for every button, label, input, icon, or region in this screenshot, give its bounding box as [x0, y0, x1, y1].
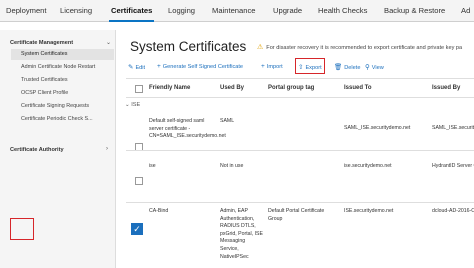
column-issued-by[interactable]: Issued By	[432, 85, 460, 91]
sidebar-section-certificate-management[interactable]: Certificate Management	[10, 40, 73, 46]
tab-maintenance[interactable]: Maintenance	[212, 0, 255, 22]
search-icon: ⚲	[365, 64, 370, 71]
sidebar-item-periodic-check[interactable]: Certificate Periodic Check S...	[11, 114, 114, 125]
chevron-down-icon: ⌄	[125, 102, 130, 108]
sidebar-item-ocsp-client-profile[interactable]: OCSP Client Profile	[11, 88, 114, 99]
disaster-recovery-notice: ⚠ For disaster recovery it is recommended…	[257, 43, 462, 51]
plus-icon: +	[261, 63, 265, 70]
row-divider	[126, 202, 474, 203]
view-label: View	[371, 65, 384, 71]
tab-upgrade[interactable]: Upgrade	[273, 0, 302, 22]
column-used-by[interactable]: Used By	[220, 85, 244, 91]
toolbar-divider	[126, 78, 474, 79]
group-label: ISE	[131, 102, 141, 108]
cell-issued-by: SAML_ISE.securitydem	[432, 125, 474, 131]
group-row-ise[interactable]: ⌄ ISE	[125, 102, 140, 108]
chevron-right-icon[interactable]: ›	[106, 146, 108, 152]
cell-friendly-name: CA-Bind	[149, 208, 169, 214]
column-friendly-name[interactable]: Friendly Name	[149, 85, 190, 91]
cell-issued-to: SAML_ISE.securitydemo.net	[344, 125, 411, 131]
cell-used-by: Admin, EAP Authentication, RADIUS DTLS, …	[220, 208, 263, 260]
select-all-checkbox[interactable]	[135, 85, 143, 93]
row-checkbox[interactable]	[135, 177, 143, 185]
tab-health-checks[interactable]: Health Checks	[318, 0, 367, 22]
notice-text: For disaster recovery it is recommended …	[266, 45, 463, 51]
cell-used-by: Not in use	[220, 163, 244, 169]
sidebar-section-certificate-authority[interactable]: Certificate Authority	[10, 147, 64, 153]
sidebar-item-csr[interactable]: Certificate Signing Requests	[11, 101, 114, 112]
view-button[interactable]: ⚲ View	[365, 63, 384, 71]
cell-issued-by: HydrantID Server CA OV	[432, 163, 474, 169]
generate-self-signed-button[interactable]: + Generate Self Signed Certificate	[157, 63, 243, 70]
sidebar-item-admin-cert-node-restart[interactable]: Admin Certificate Node Restart	[11, 62, 114, 73]
tab-backup-restore[interactable]: Backup & Restore	[384, 0, 445, 22]
delete-label: Delete	[344, 65, 361, 71]
trash-icon: 🗑	[334, 64, 343, 71]
generate-label: Generate Self Signed Certificate	[162, 64, 244, 70]
sidebar-item-trusted-certificates[interactable]: Trusted Certificates	[11, 75, 114, 86]
cell-friendly-name: ise	[149, 163, 156, 169]
export-highlight-box	[295, 58, 325, 74]
sidebar-item-system-certificates[interactable]: System Certificates	[11, 49, 114, 60]
edit-button[interactable]: ✎ Edit	[128, 63, 145, 71]
cell-issued-to: ISE.securitydemo.net	[344, 208, 394, 214]
tab-certificates[interactable]: Certificates	[108, 0, 155, 22]
cell-friendly-name: Default self-signed saml server certific…	[149, 118, 226, 140]
tab-logging[interactable]: Logging	[168, 0, 195, 22]
cell-issued-to: ise.securitydemo.net	[344, 163, 392, 169]
import-label: Import	[266, 64, 283, 70]
warning-icon: ⚠	[257, 44, 264, 51]
cell-portal-group-tag: Default Portal Certificate Group	[268, 208, 325, 222]
chevron-down-icon[interactable]: ⌄	[106, 39, 111, 46]
main-content: System Certificates ⚠ For disaster recove…	[116, 22, 474, 268]
edit-label: Edit	[135, 65, 146, 71]
row-divider	[126, 150, 474, 151]
cell-issued-by: dcloud-AD-2016-CA	[432, 208, 474, 214]
tab-deployment[interactable]: Deployment	[6, 0, 47, 22]
delete-button[interactable]: 🗑 Delete	[334, 63, 360, 71]
column-issued-to[interactable]: Issued To	[344, 85, 372, 91]
row-checkbox-checked[interactable]: ✓	[131, 223, 143, 235]
page-title: System Certificates	[130, 39, 247, 54]
import-button[interactable]: + Import	[261, 63, 283, 70]
top-navigation: Deployment Licensing Certificates Loggin…	[0, 0, 474, 22]
checkbox-highlight-box	[10, 218, 34, 240]
plus-icon: +	[157, 63, 161, 70]
tab-licensing[interactable]: Licensing	[60, 0, 92, 22]
column-portal-group-tag[interactable]: Portal group tag	[268, 85, 314, 91]
header-divider	[126, 97, 474, 98]
pencil-icon: ✎	[128, 64, 134, 71]
cell-used-by: SAML	[220, 118, 235, 124]
tab-overflow[interactable]: Ad	[461, 0, 470, 22]
